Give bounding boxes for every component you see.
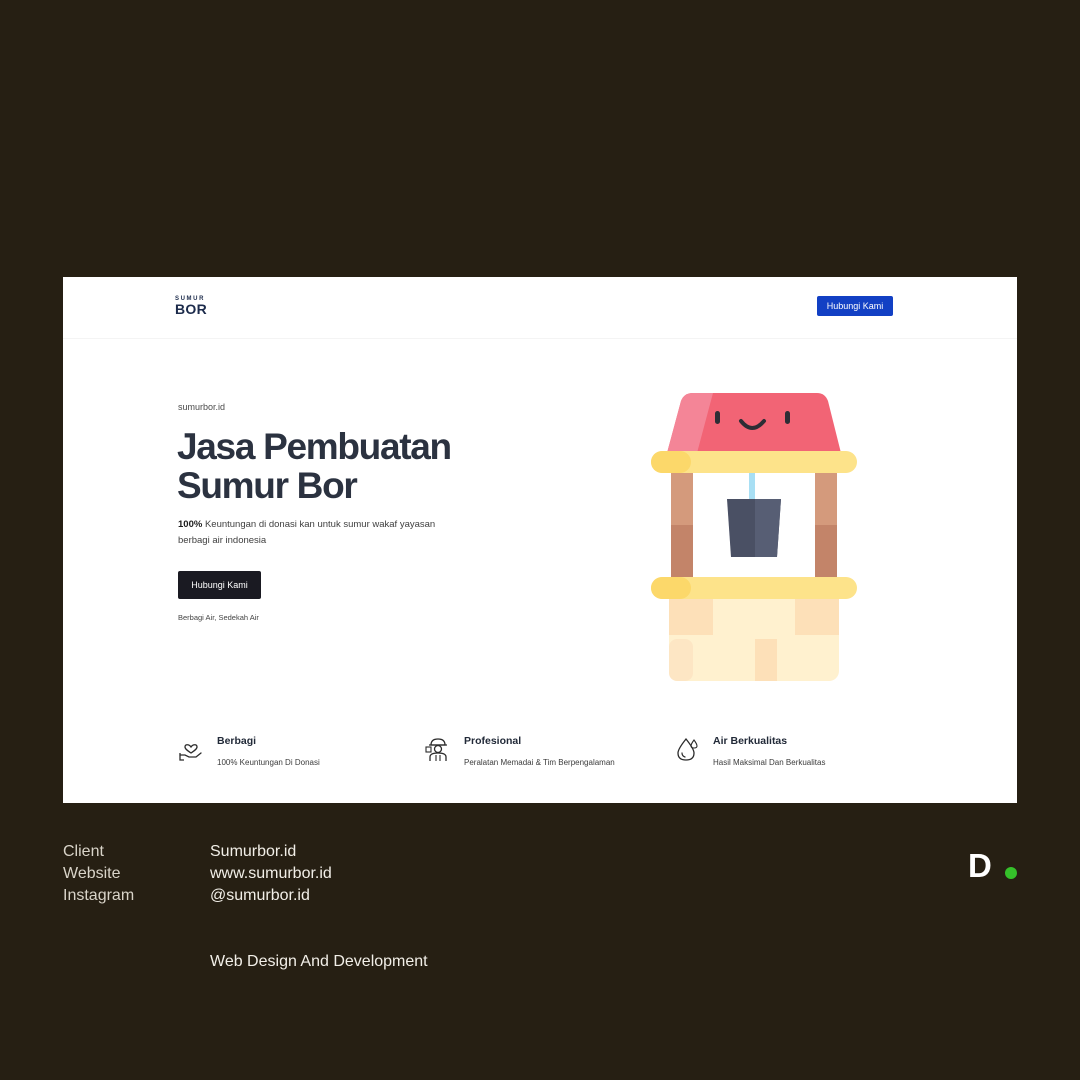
logo[interactable]: SUMUR BOR xyxy=(175,296,215,318)
feature-desc: 100% Keuntungan Di Donasi xyxy=(217,758,320,767)
well-eye-left xyxy=(715,411,720,424)
client-value: Sumurbor.id xyxy=(210,843,297,860)
hero-desc-line-1: Keuntungan di donasi kan untuk sumur wak… xyxy=(202,519,436,530)
nav-contact-button[interactable]: Hubungi Kami xyxy=(817,296,893,316)
instagram-label: Instagram xyxy=(63,887,135,904)
brand-logo: D xyxy=(968,848,1020,884)
worker-icon xyxy=(425,738,447,761)
navbar: SUMUR BOR Hubungi Kami xyxy=(63,277,1017,339)
feature-item: Berbagi 100% Keuntungan Di Donasi xyxy=(178,734,398,774)
feature-desc: Hasil Maksimal Dan Berkualitas xyxy=(713,758,826,767)
hero-desc-line-2: berbagi air indonesia xyxy=(178,535,267,546)
hero-desc-bold: 100% xyxy=(178,519,203,530)
feature-title: Air Berkualitas xyxy=(713,735,788,747)
brand-dot xyxy=(1005,867,1017,879)
well-top-beam-shade xyxy=(651,451,691,473)
brand-letter: D xyxy=(968,847,992,884)
feature-title: Berbagi xyxy=(217,735,257,747)
heart-hand-icon xyxy=(179,744,202,761)
hero-title-line-2: Sumur Bor xyxy=(177,465,358,506)
feature-item: Air Berkualitas Hasil Maksimal Dan Berku… xyxy=(674,734,874,774)
hero-title-line-1: Jasa Pembuatan xyxy=(177,426,452,467)
well-brick-4 xyxy=(669,639,693,681)
hero-title: Jasa Pembuatan Sumur Bor xyxy=(177,427,537,505)
well-bottom-beam-shade xyxy=(651,577,691,599)
feature-item: Profesional Peralatan Memadai & Tim Berp… xyxy=(425,734,665,774)
hero-description: 100% Keuntungan di donasi kan untuk sumu… xyxy=(178,517,468,549)
website-mockup: SUMUR BOR Hubungi Kami sumurbor.id Jasa … xyxy=(63,277,1017,803)
service-description: Web Design And Development xyxy=(210,953,428,970)
well-bucket-shade xyxy=(755,499,781,557)
well-rope xyxy=(749,473,755,499)
water-drop-icon xyxy=(677,737,698,761)
water-well-icon xyxy=(651,393,857,681)
feature-title: Profesional xyxy=(464,735,522,747)
instagram-value[interactable]: @sumurbor.id xyxy=(210,887,310,905)
well-brick-3 xyxy=(755,639,777,681)
logo-main-text: BOR xyxy=(175,301,208,317)
client-label: Client xyxy=(63,843,104,860)
feature-desc: Peralatan Memadai & Tim Berpengalaman xyxy=(464,758,615,767)
hero-contact-button[interactable]: Hubungi Kami xyxy=(178,571,261,599)
website-label: Website xyxy=(63,865,121,882)
hero-tagline: Berbagi Air, Sedekah Air xyxy=(178,613,259,622)
hero-eyebrow: sumurbor.id xyxy=(178,402,226,412)
well-eye-right xyxy=(785,411,790,424)
website-value[interactable]: www.sumurbor.id xyxy=(210,865,332,883)
